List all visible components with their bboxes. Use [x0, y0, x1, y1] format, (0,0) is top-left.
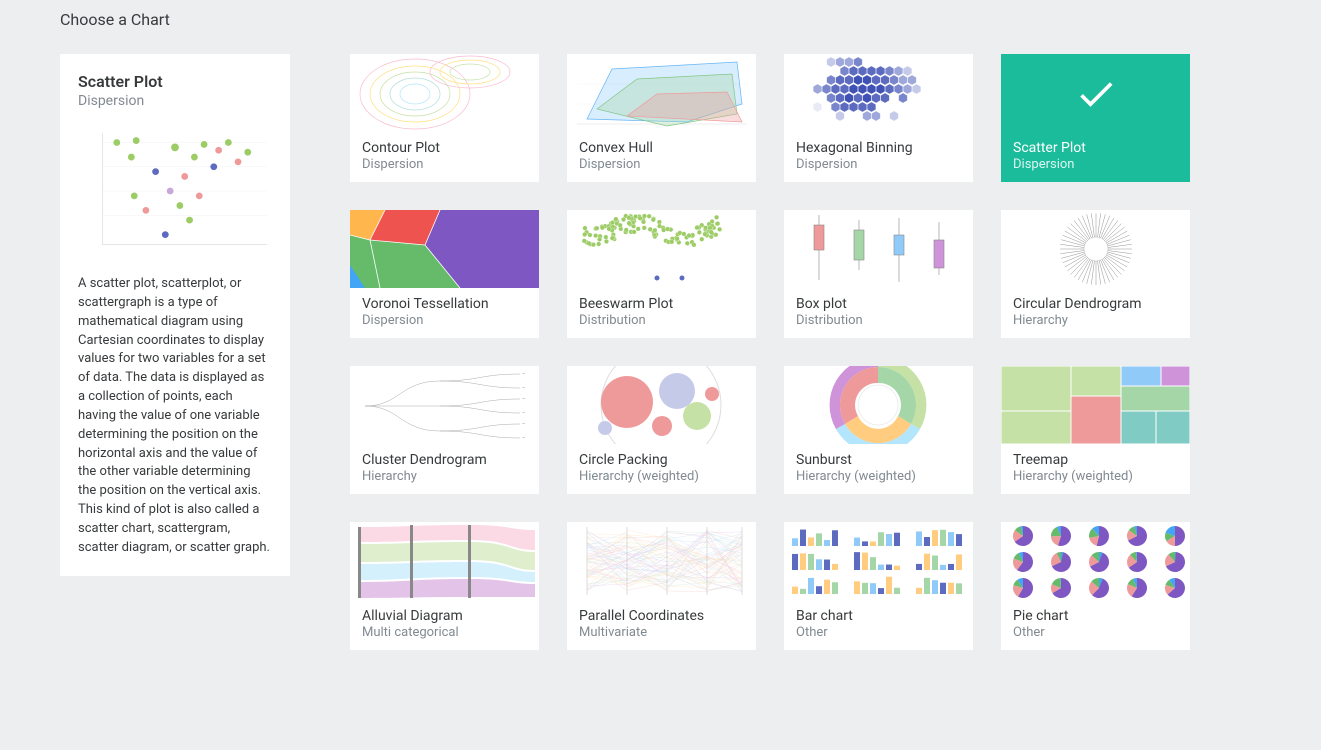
card-title: Treemap	[1013, 452, 1178, 468]
card-category: Distribution	[579, 313, 744, 328]
card-category: Other	[796, 625, 961, 640]
chart-card-circular-dendrogram[interactable]: Circular Dendrogram Hierarchy	[1001, 210, 1190, 338]
card-title: Pie chart	[1013, 608, 1178, 624]
check-icon	[1074, 72, 1118, 116]
card-thumbnail	[350, 522, 539, 600]
chart-card-parallel-coordinates[interactable]: Parallel Coordinates Multivariate	[567, 522, 756, 650]
card-thumbnail	[1001, 54, 1190, 132]
chart-card-convex-hull[interactable]: Convex Hull Dispersion	[567, 54, 756, 182]
card-thumbnail	[567, 522, 756, 600]
card-category: Hierarchy (weighted)	[579, 469, 744, 484]
card-title: Bar chart	[796, 608, 961, 624]
chart-card-box-plot[interactable]: Box plot Distribution	[784, 210, 973, 338]
chart-card-beeswarm-plot[interactable]: Beeswarm Plot Distribution	[567, 210, 756, 338]
card-title: Scatter Plot	[1013, 140, 1178, 156]
svg-text:—: —	[522, 435, 525, 440]
card-category: Hierarchy (weighted)	[796, 469, 961, 484]
card-category: Distribution	[796, 313, 961, 328]
card-category: Other	[1013, 625, 1178, 640]
card-thumbnail	[567, 54, 756, 132]
svg-text:—: —	[522, 410, 525, 415]
card-title: Alluvial Diagram	[362, 608, 527, 624]
chart-detail-panel: Scatter Plot Dispersion	[60, 54, 290, 576]
chart-card-circle-packing[interactable]: Circle Packing Hierarchy (weighted)	[567, 366, 756, 494]
card-thumbnail	[350, 54, 539, 132]
detail-thumbnail	[78, 121, 272, 261]
chart-card-alluvial-diagram[interactable]: Alluvial Diagram Multi categorical	[350, 522, 539, 650]
detail-category: Dispersion	[78, 93, 272, 109]
card-title: Convex Hull	[579, 140, 744, 156]
card-thumbnail	[784, 210, 973, 288]
card-title: Parallel Coordinates	[579, 608, 744, 624]
card-title: Voronoi Tessellation	[362, 296, 527, 312]
chart-card-voronoi-tessellation[interactable]: Voronoi Tessellation Dispersion	[350, 210, 539, 338]
chart-card-treemap[interactable]: Treemap Hierarchy (weighted)	[1001, 366, 1190, 494]
chart-card-cluster-dendrogram[interactable]: — — — — — — Cluster Dendrogram Hierarchy	[350, 366, 539, 494]
card-category: Hierarchy	[1013, 313, 1178, 328]
card-category: Dispersion	[1013, 157, 1178, 172]
detail-description: A scatter plot, scatterplot, or scatterg…	[78, 275, 272, 558]
svg-text:—: —	[522, 371, 525, 376]
card-title: Circular Dendrogram	[1013, 296, 1178, 312]
chart-card-scatter-plot[interactable]: Scatter Plot Dispersion	[1001, 54, 1190, 182]
detail-title: Scatter Plot	[78, 72, 272, 91]
card-title: Cluster Dendrogram	[362, 452, 527, 468]
card-category: Dispersion	[362, 157, 527, 172]
card-thumbnail	[567, 366, 756, 444]
card-thumbnail	[1001, 210, 1190, 288]
card-category: Hierarchy	[362, 469, 527, 484]
chart-card-sunburst[interactable]: Sunburst Hierarchy (weighted)	[784, 366, 973, 494]
card-thumbnail	[784, 54, 973, 132]
chart-card-contour-plot[interactable]: Contour Plot Dispersion	[350, 54, 539, 182]
card-title: Beeswarm Plot	[579, 296, 744, 312]
card-thumbnail: — — — — — —	[350, 366, 539, 444]
card-title: Sunburst	[796, 452, 961, 468]
page-title: Choose a Chart	[60, 10, 1261, 29]
svg-text:—: —	[522, 396, 525, 401]
chart-card-hexagonal-binning[interactable]: Hexagonal Binning Dispersion	[784, 54, 973, 182]
chart-card-bar-chart[interactable]: Bar chart Other	[784, 522, 973, 650]
svg-text:—: —	[522, 421, 525, 426]
card-category: Multivariate	[579, 625, 744, 640]
card-thumbnail	[1001, 522, 1190, 600]
card-category: Hierarchy (weighted)	[1013, 469, 1178, 484]
card-title: Contour Plot	[362, 140, 527, 156]
card-category: Multi categorical	[362, 625, 527, 640]
card-thumbnail	[567, 210, 756, 288]
chart-card-pie-chart[interactable]: Pie chart Other	[1001, 522, 1190, 650]
card-title: Box plot	[796, 296, 961, 312]
card-title: Circle Packing	[579, 452, 744, 468]
card-title: Hexagonal Binning	[796, 140, 961, 156]
svg-text:—: —	[522, 385, 525, 390]
card-category: Dispersion	[796, 157, 961, 172]
card-thumbnail	[784, 522, 973, 600]
chart-grid: Contour Plot Dispersion	[350, 54, 1261, 650]
card-category: Dispersion	[362, 313, 527, 328]
card-category: Dispersion	[579, 157, 744, 172]
card-thumbnail	[784, 366, 973, 444]
card-thumbnail	[1001, 366, 1190, 444]
card-thumbnail	[350, 210, 539, 288]
